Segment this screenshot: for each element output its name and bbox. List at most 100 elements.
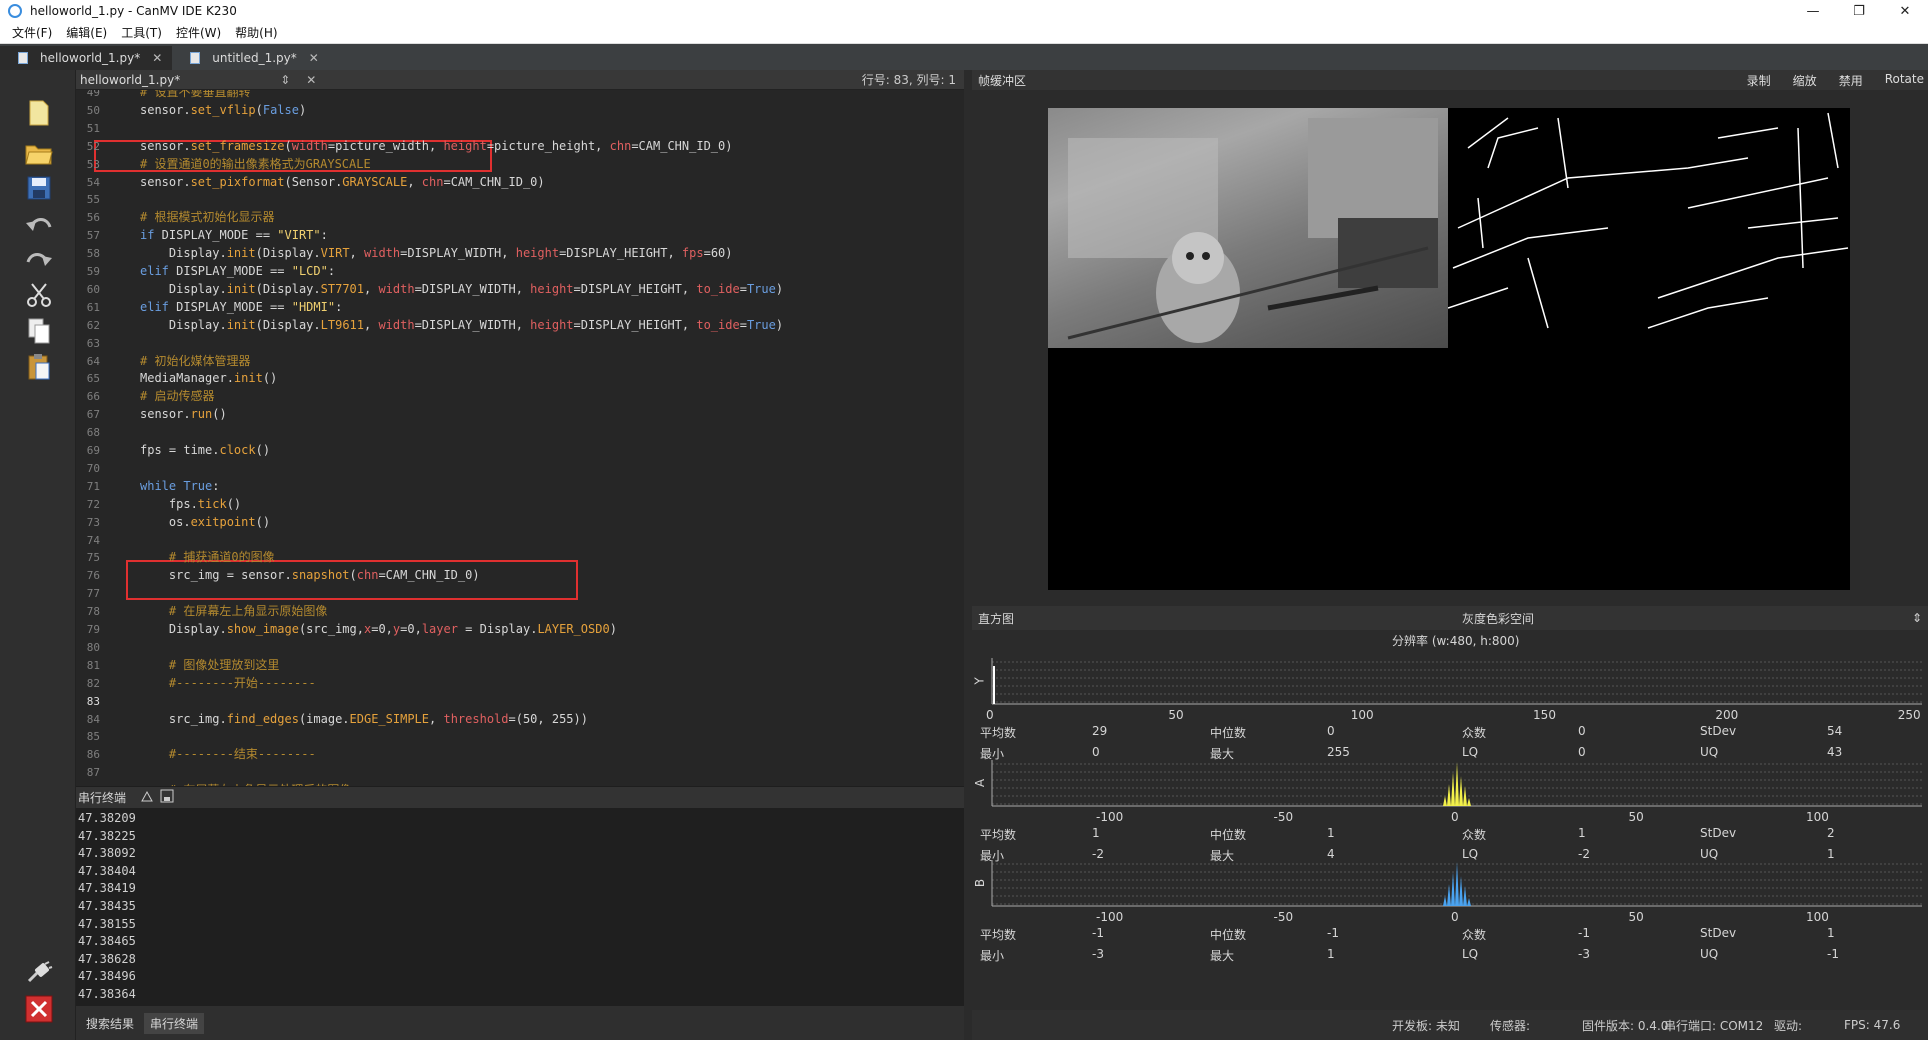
tick-label: 100 [1350, 708, 1374, 722]
code-line[interactable]: 63 [76, 335, 964, 352]
zoom-button[interactable]: 缩放 [1793, 72, 1817, 89]
code-line[interactable]: 66 # 启动传感器 [76, 388, 964, 405]
disable-button[interactable]: 禁用 [1839, 72, 1863, 89]
terminal-line: 47.38435 [78, 899, 136, 913]
maximize-button[interactable]: ❐ [1836, 0, 1882, 22]
spinner-arrows-icon[interactable]: ⇕ [1912, 611, 1922, 625]
code-text: elif DISPLAY_MODE == "LCD": [140, 264, 336, 278]
open-folder-icon[interactable] [24, 138, 54, 168]
close-editor-icon[interactable]: ✕ [306, 73, 316, 87]
tick-label: 0 [1451, 910, 1459, 924]
code-line[interactable]: 80 [76, 639, 964, 656]
stat-value: 0 [1578, 745, 1586, 759]
code-line[interactable]: 51 [76, 120, 964, 137]
updown-arrows-icon[interactable]: ⇕ [280, 73, 290, 87]
code-line[interactable]: 70 [76, 460, 964, 477]
code-line[interactable]: 65 MediaManager.init() [76, 370, 964, 387]
stat-label: 平均数 [980, 726, 1017, 740]
editor-file-selector[interactable]: helloworld_1.py* [80, 73, 180, 87]
code-text: elif DISPLAY_MODE == "HDMI": [140, 299, 343, 314]
menu-file[interactable]: 文件(F) [12, 24, 52, 41]
code-line[interactable]: 85 [76, 728, 964, 745]
tab-search-results[interactable]: 搜索结果 [80, 1013, 140, 1034]
terminal-line: 47.38419 [78, 881, 136, 896]
cut-icon[interactable] [24, 280, 54, 310]
code-line[interactable]: 84 src_img.find_edges(image.EDGE_SIMPLE,… [76, 711, 964, 728]
close-window-button[interactable]: ✕ [1882, 0, 1928, 22]
redo-icon[interactable] [24, 245, 54, 275]
code-line[interactable]: 61 elif DISPLAY_MODE == "HDMI": [76, 299, 964, 316]
stop-icon[interactable] [24, 994, 54, 1024]
code-line[interactable]: 81 # 图像处理放到这里 [76, 657, 964, 674]
code-line[interactable]: 79 Display.show_image(src_img,x=0,y=0,la… [76, 621, 964, 638]
terminal-line: 47.38364 [78, 987, 136, 1001]
stat-label: 中位数 [1210, 828, 1247, 842]
code-line[interactable]: 72 fps.tick() [76, 496, 964, 513]
code-line[interactable]: 73 os.exitpoint() [76, 514, 964, 531]
code-line[interactable]: 71 while True: [76, 478, 964, 495]
rotate-button[interactable]: Rotate [1885, 72, 1924, 89]
code-line[interactable]: 55 [76, 191, 964, 208]
code-line[interactable]: 67 sensor.run() [76, 406, 964, 423]
code-line[interactable]: 59 elif DISPLAY_MODE == "LCD": [76, 263, 964, 280]
line-number: 59 [86, 265, 100, 278]
code-line[interactable]: 86 #--------结束-------- [76, 746, 964, 763]
code-line[interactable]: 53 # 设置通道0的输出像素格式为GRAYSCALE [76, 156, 964, 173]
record-button[interactable]: 录制 [1747, 72, 1771, 89]
serial-terminal[interactable]: 47.38209 47.38225 47.38092 47.38404 47.38419… [76, 808, 964, 1006]
colorspace-selector[interactable]: 灰度色彩空间 [1462, 610, 1534, 627]
paste-icon[interactable] [24, 352, 54, 382]
undo-icon[interactable] [24, 210, 54, 240]
code-line[interactable]: 74 [76, 532, 964, 549]
connect-icon[interactable] [24, 958, 54, 988]
code-line[interactable]: 57 if DISPLAY_MODE == "VIRT": [76, 227, 964, 244]
menu-help[interactable]: 帮助(H) [235, 24, 277, 41]
stat-value: -3 [1092, 947, 1104, 961]
histogram-spike [1455, 762, 1459, 806]
driver-status: 驱动: [1774, 1018, 1803, 1033]
code-line[interactable]: 78 # 在屏幕左上角显示原始图像 [76, 603, 964, 620]
line-number: 62 [86, 318, 100, 332]
stat-label: 中位数 [1210, 928, 1247, 942]
code-line[interactable]: 87 [76, 764, 964, 781]
line-number: 81 [86, 658, 100, 672]
code-line[interactable]: 69 fps = time.clock() [76, 442, 964, 459]
code-line[interactable]: 83 [76, 693, 964, 710]
menu-tools[interactable]: 工具(T) [121, 24, 162, 41]
terminal-line: 47.38628 [78, 951, 136, 966]
code-line[interactable]: 77 [76, 585, 964, 602]
terminal-line: 47.38496 [78, 969, 136, 984]
close-tab-icon[interactable]: ✕ [152, 51, 162, 65]
menu-widgets[interactable]: 控件(W) [176, 24, 221, 41]
menu-edit[interactable]: 编辑(E) [66, 24, 107, 41]
copy-icon[interactable] [24, 316, 54, 346]
code-line[interactable]: 82 #--------开始-------- [76, 675, 964, 692]
code-editor[interactable]: 49 # 设置不要垂直翻转 50 sensor.set_vflip(False) 51 5… [76, 90, 964, 786]
save-icon[interactable] [24, 173, 54, 203]
code-line[interactable]: 54 sensor.set_pixformat(Sensor.GRAYSCALE,… [76, 174, 964, 191]
new-file-icon[interactable] [24, 98, 54, 128]
tab-untitled[interactable]: untitled_1.py* ✕ [172, 46, 329, 70]
tab-label: helloworld_1.py* [40, 51, 141, 65]
minimize-button[interactable]: — [1790, 0, 1836, 22]
code-line[interactable]: 49 # 设置不要垂直翻转 [76, 90, 964, 101]
code-line[interactable]: 62 Display.init(Display.LT9611, width=DI… [76, 317, 964, 334]
edge-image [1447, 108, 1850, 348]
save-log-icon[interactable] [160, 789, 174, 806]
code-line[interactable]: 60 Display.init(Display.ST7701, width=DI… [76, 281, 964, 298]
close-tab-icon[interactable]: ✕ [309, 51, 319, 65]
clear-icon[interactable] [140, 789, 154, 806]
code-line[interactable]: 58 Display.init(Display.VIRT, width=DISP… [76, 245, 964, 262]
left-toolbar [0, 70, 76, 1040]
tab-helloworld[interactable]: helloworld_1.py* ✕ [0, 46, 173, 70]
code-line[interactable]: 76 src_img = sensor.snapshot(chn=CAM_CHN… [76, 567, 964, 584]
code-line[interactable]: 64 # 初始化媒体管理器 [76, 353, 964, 370]
code-text: # 启动传感器 [140, 389, 215, 404]
code-line[interactable]: 52 sensor.set_framesize(width=picture_wid… [76, 138, 964, 155]
tab-serial-terminal[interactable]: 串行终端 [144, 1012, 205, 1034]
line-number: 56 [86, 211, 100, 225]
code-line[interactable]: 56 # 根据模式初始化显示器 [76, 209, 964, 226]
code-line[interactable]: 68 [76, 424, 964, 441]
code-line[interactable]: 50 sensor.set_vflip(False) [76, 102, 964, 119]
code-line[interactable]: 75 # 捕获通道0的图像 [76, 549, 964, 566]
